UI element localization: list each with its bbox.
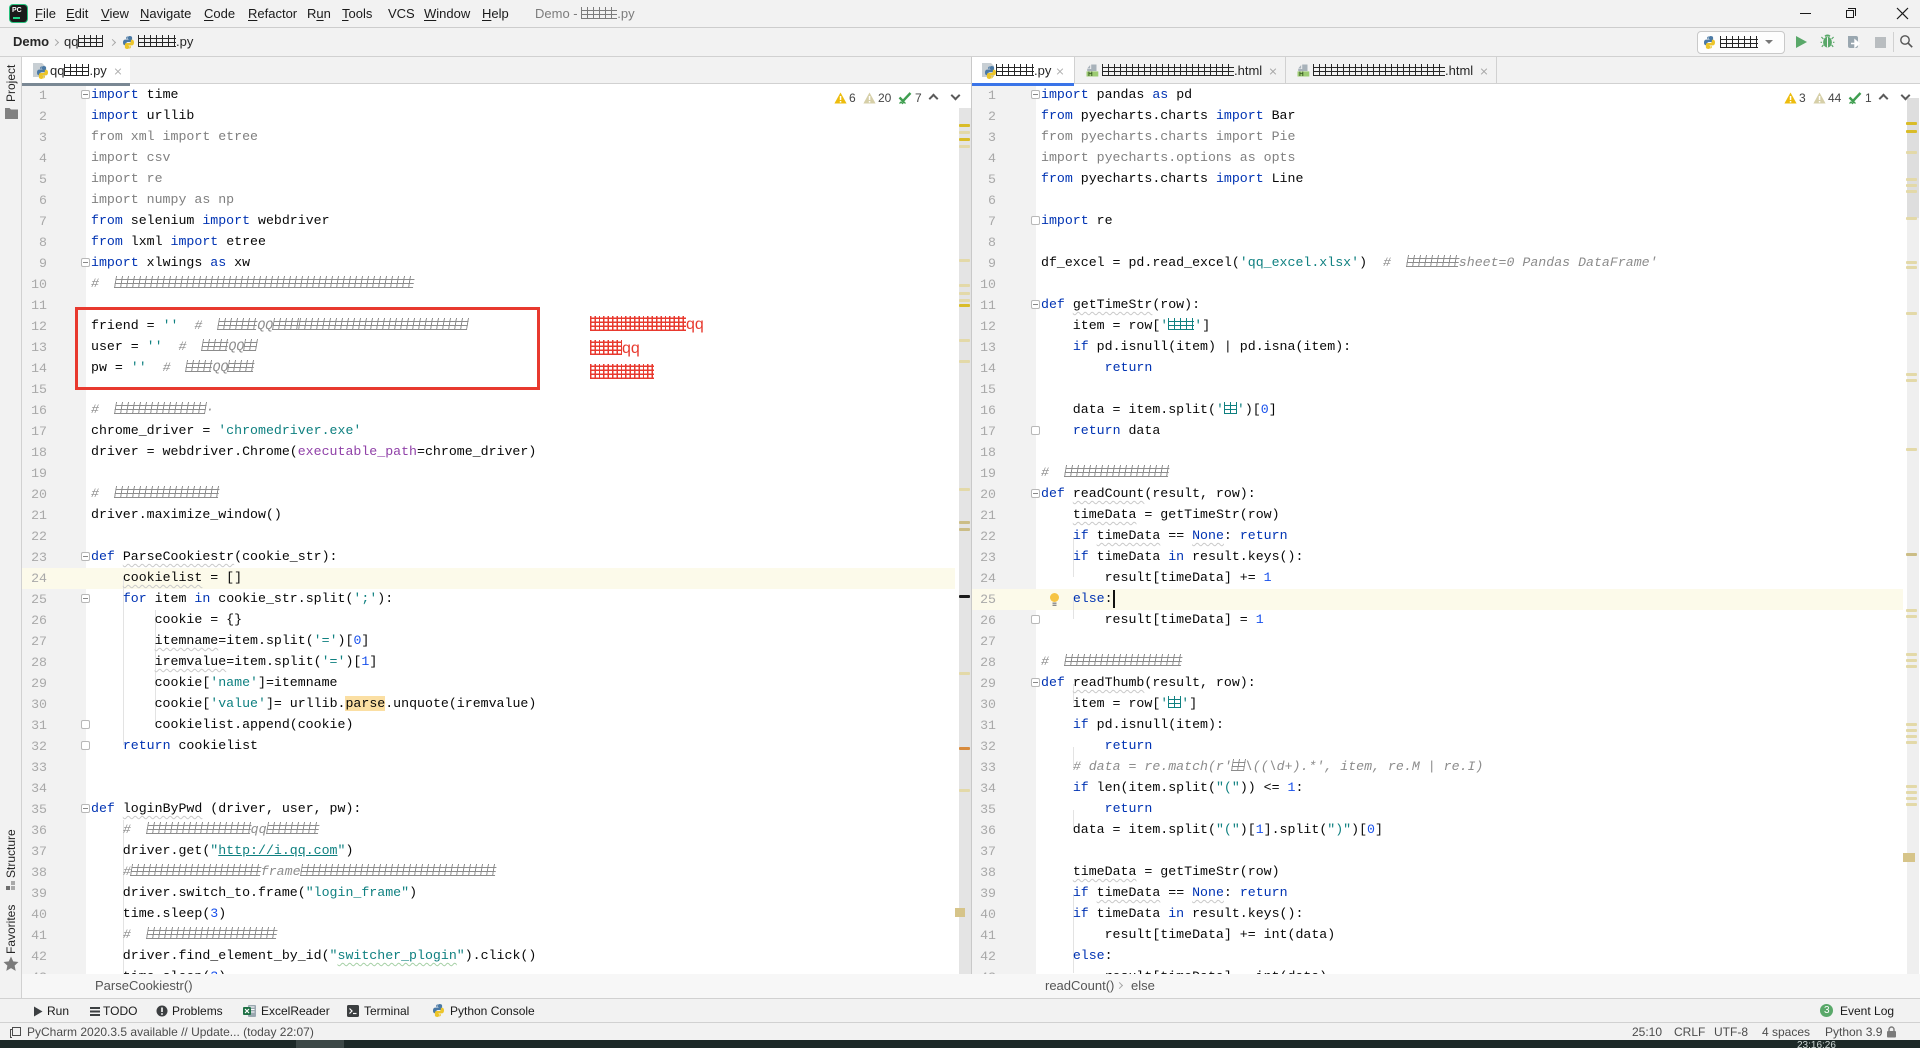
svg-text:H: H xyxy=(1299,71,1304,77)
svg-text:H: H xyxy=(1088,71,1093,77)
